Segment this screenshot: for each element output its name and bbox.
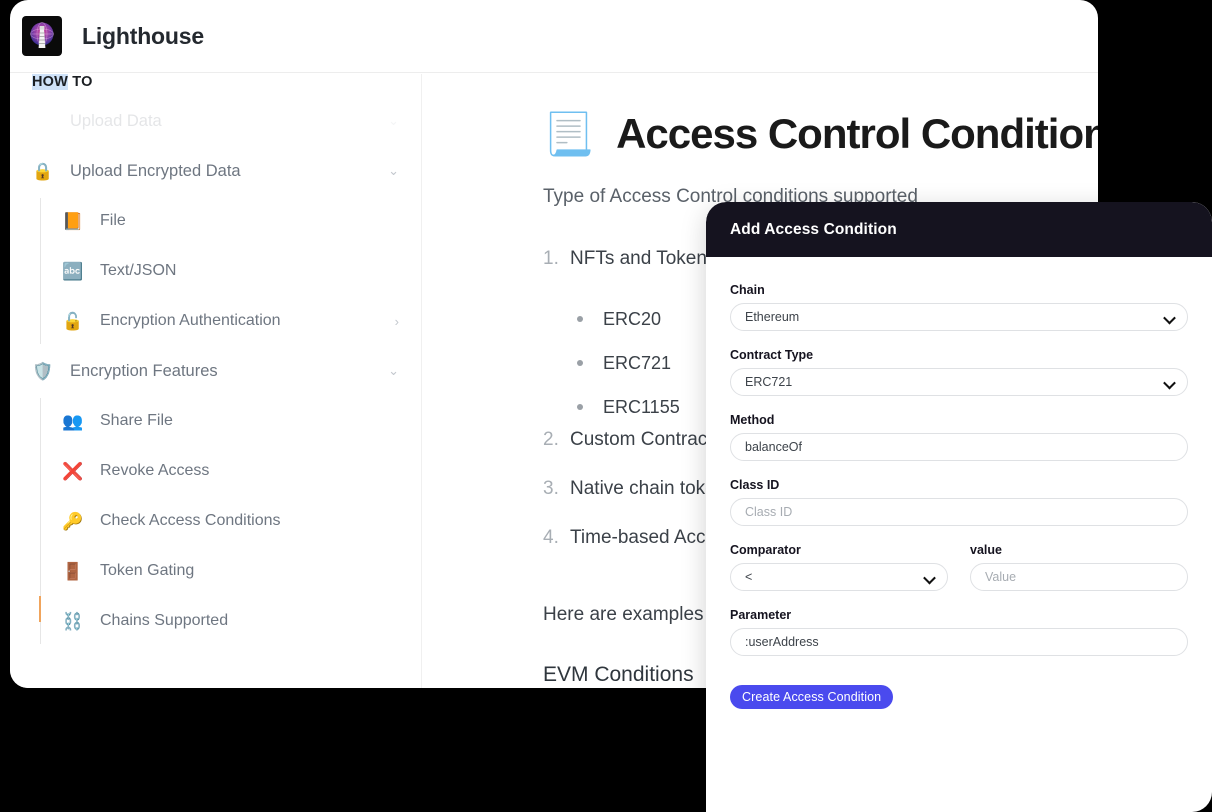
parameter-label: Parameter [730,608,792,622]
class-id-placeholder: Class ID [745,505,793,519]
add-access-condition-modal: Add Access Condition Chain Ethereum Cont… [706,202,1212,812]
chain-value: Ethereum [745,310,800,324]
sidebar-item-share-file[interactable]: 👥 Share File [40,396,421,446]
sidebar-item-label: Encryption Authentication [100,312,281,329]
comparator-value-row: Comparator < value Value [730,543,1188,608]
value-input[interactable]: Value [970,563,1188,591]
method-input[interactable]: balanceOf [730,433,1188,461]
field-comparator: Comparator < [730,543,948,591]
modal-body: Chain Ethereum Contract Type ERC721 Meth… [706,257,1212,709]
value-placeholder: Value [985,570,1017,584]
sidebar-item-file[interactable]: 📙 File [40,196,421,246]
class-id-input[interactable]: Class ID [730,498,1188,526]
revoke-access-icon: ❌ [62,461,84,481]
field-contract-type: Contract Type ERC721 [730,348,1188,396]
contract-type-label: Contract Type [730,348,814,362]
chevron-down-icon[interactable]: ⌄ [388,113,399,129]
parameter-value: :userAddress [745,635,819,649]
abc-text-icon: 🔤 [62,261,84,281]
screen: Lighthouse HOW TO Upload Data ⌄ 🔒 Upload… [0,0,1212,812]
sidebar-section-label: HOW TO [32,74,93,90]
field-class-id: Class ID Class ID [730,478,1188,526]
sidebar-item-revoke-access[interactable]: ❌ Revoke Access [40,446,421,496]
list-item-number: 3. [543,478,559,499]
shield-icon: 🛡️ [32,361,54,381]
field-parameter: Parameter :userAddress [730,608,1188,656]
sidebar-item-label: Chains Supported [100,612,229,629]
sidebar-group-upload-encrypted: 📙 File 🔤 Text/JSON 🔓 Encryption Authenti… [40,196,421,346]
modal-header: Add Access Condition [706,202,1212,257]
lock-icon: 🔒 [32,161,54,181]
value-label: value [970,543,1002,557]
list-item-label: Native chain token [570,478,727,499]
field-value: value Value [970,543,1188,591]
comparator-label: Comparator [730,543,801,557]
sidebar: HOW TO Upload Data ⌄ 🔒 Upload Encrypted … [10,74,422,688]
chain-select[interactable]: Ethereum [730,303,1188,331]
list-item-number: 4. [543,527,559,548]
sidebar-item-label: Share File [100,412,173,429]
sidebar-item-label: Upload Encrypted Data [70,161,241,180]
chain-label: Chain [730,283,765,297]
list-item-label: Custom Contract [570,429,713,450]
sidebar-item-encryption-authentication[interactable]: 🔓 Encryption Authentication › [40,296,421,346]
app-header: Lighthouse [10,0,1098,73]
page-title-row: 📃 Access Control Conditions [543,110,1098,158]
create-access-condition-button[interactable]: Create Access Condition [730,685,894,709]
bullet-icon [577,316,583,322]
sidebar-item-label: Text/JSON [100,262,177,279]
token-gating-icon: 🚪 [62,561,84,581]
contract-type-select[interactable]: ERC721 [730,368,1188,396]
sidebar-item-label: Token Gating [100,562,195,579]
method-label: Method [730,413,775,427]
share-file-icon: 👥 [62,411,84,431]
sidebar-item-upload-data[interactable]: Upload Data ⌄ [10,96,421,146]
bullet-icon [577,404,583,410]
parameter-input[interactable]: :userAddress [730,628,1188,656]
chevron-down-icon[interactable]: ⌄ [388,163,399,179]
bullet-icon [577,360,583,366]
sidebar-item-upload-encrypted-data[interactable]: 🔒 Upload Encrypted Data ⌄ [10,146,421,196]
page-document-icon: 📃 [543,110,595,157]
lighthouse-globe-logo-icon[interactable] [22,16,62,56]
sidebar-item-text-json[interactable]: 🔤 Text/JSON [40,246,421,296]
sidebar-item-check-access-conditions[interactable]: 🔑 Check Access Conditions [40,496,421,546]
field-chain: Chain Ethereum [730,283,1188,331]
file-icon: 📙 [62,211,84,231]
list-item-number: 1. [543,248,559,269]
chains-icon: ⛓️ [62,611,84,631]
list-item-number: 2. [543,429,559,450]
sidebar-section-label-rest: TO [68,74,93,90]
sidebar-item-token-gating[interactable]: 🚪 Token Gating [40,546,421,596]
method-value: balanceOf [745,440,802,454]
active-item-marker [39,596,41,622]
list-item-label: NFTs and Tokens [570,248,717,269]
page-title: Access Control Conditions [616,110,1098,157]
comparator-select[interactable]: < [730,563,948,591]
list-item-label: ERC721 [603,352,672,373]
field-method: Method balanceOf [730,413,1188,461]
key-icon: 🔑 [62,511,84,531]
chevron-down-icon[interactable]: ⌄ [388,363,399,379]
sidebar-item-label: Revoke Access [100,462,210,479]
chevron-right-icon[interactable]: › [395,314,399,329]
sidebar-section-label-highlight: HOW [32,74,69,90]
sidebar-item-label: Upload Data [70,111,162,130]
contract-type-value: ERC721 [745,375,793,389]
unlock-icon: 🔓 [62,311,84,331]
sidebar-item-label: Check Access Conditions [100,512,281,529]
sidebar-item-chains-supported[interactable]: ⛓️ Chains Supported [40,596,421,646]
list-item-label: ERC20 [603,308,662,329]
sidebar-item-label: Encryption Features [70,361,218,380]
sidebar-item-label: File [100,212,126,229]
class-id-label: Class ID [730,478,780,492]
sidebar-group-encryption-features: 👥 Share File ❌ Revoke Access 🔑 Check Acc… [40,396,421,646]
list-item-label: ERC1155 [603,396,680,417]
modal-title: Add Access Condition [730,220,897,238]
comparator-value: < [745,570,753,584]
sidebar-item-encryption-features[interactable]: 🛡️ Encryption Features ⌄ [10,346,421,396]
brand-name: Lighthouse [82,22,204,49]
